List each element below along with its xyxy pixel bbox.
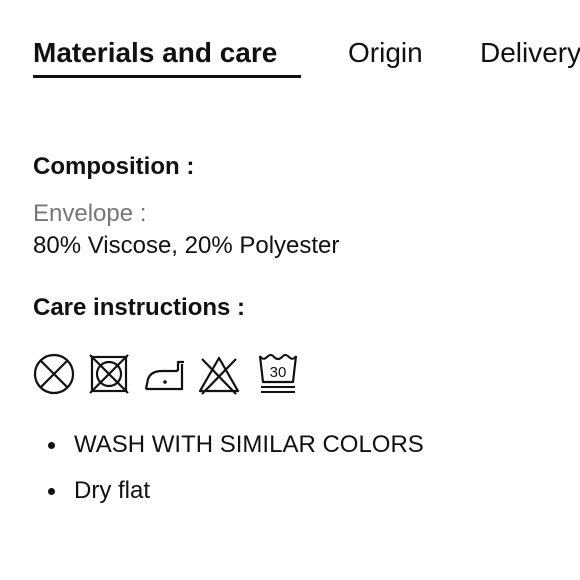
bullet-icon bbox=[48, 488, 55, 495]
tab-origin[interactable]: Origin bbox=[348, 30, 423, 76]
care-instructions-list: WASH WITH SIMILAR COLORS Dry flat bbox=[48, 428, 424, 520]
do-not-dry-clean-icon bbox=[32, 352, 76, 396]
tab-delivery[interactable]: Delivery bbox=[480, 30, 580, 76]
composition-part-value: 80% Viscose, 20% Polyester bbox=[33, 232, 340, 259]
composition-part-label: Envelope : bbox=[33, 200, 147, 227]
low-heat-iron-icon bbox=[142, 352, 188, 396]
bullet-icon bbox=[48, 442, 55, 449]
care-instructions-heading: Care instructions : bbox=[33, 294, 246, 321]
machine-wash-30-icon: 30 bbox=[256, 352, 300, 398]
list-item: Dry flat bbox=[48, 474, 424, 508]
composition-heading: Composition : bbox=[33, 153, 195, 180]
care-icons-row: 30 bbox=[30, 352, 310, 400]
wash-temperature-label: 30 bbox=[270, 364, 287, 381]
tab-materials-and-care[interactable]: Materials and care bbox=[33, 30, 277, 76]
active-tab-underline bbox=[33, 75, 301, 78]
care-instruction-text: WASH WITH SIMILAR COLORS bbox=[74, 431, 424, 458]
do-not-tumble-dry-icon bbox=[88, 352, 130, 396]
care-instruction-text: Dry flat bbox=[74, 477, 151, 504]
do-not-bleach-icon bbox=[196, 352, 242, 396]
list-item: WASH WITH SIMILAR COLORS bbox=[48, 428, 424, 462]
